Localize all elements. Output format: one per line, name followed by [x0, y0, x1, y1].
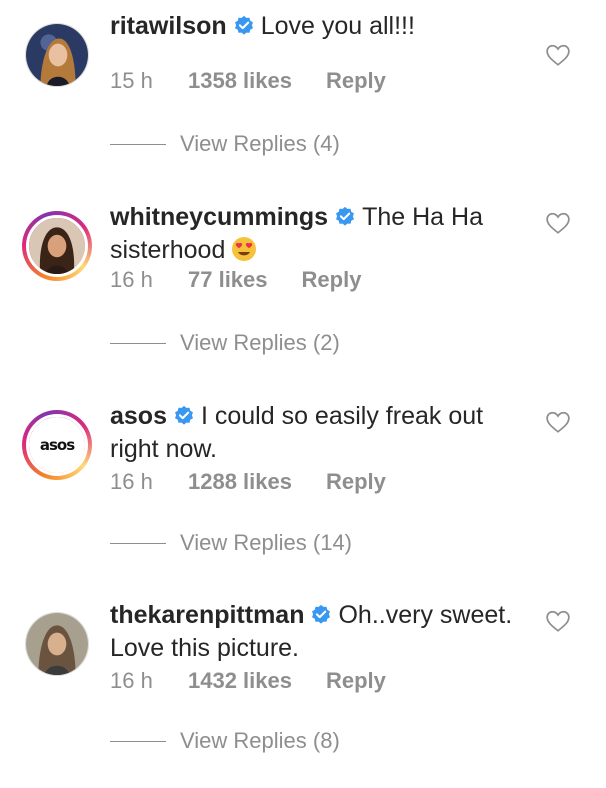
divider-line: [110, 542, 166, 544]
avatar[interactable]: [22, 20, 92, 90]
avatar[interactable]: asos: [22, 410, 92, 480]
username[interactable]: ritawilson: [110, 12, 227, 40]
comment-text: Love you all!!!: [260, 12, 415, 40]
comment-meta: 16 h 1432 likes Reply: [110, 668, 386, 694]
view-replies-button[interactable]: View Replies (2): [110, 330, 340, 356]
reply-button[interactable]: Reply: [326, 469, 386, 495]
likes-count[interactable]: 1358 likes: [188, 68, 292, 94]
heart-outline-icon[interactable]: [545, 43, 571, 67]
likes-count[interactable]: 1288 likes: [188, 469, 292, 495]
comment-body: asos I could so easily freak out right no…: [110, 400, 530, 466]
username[interactable]: thekarenpittman: [110, 601, 304, 629]
comment-meta: 15 h 1358 likes Reply: [110, 68, 386, 94]
likes-count[interactable]: 77 likes: [188, 267, 268, 293]
username[interactable]: asos: [110, 402, 167, 430]
avatar[interactable]: [22, 609, 92, 679]
reply-button[interactable]: Reply: [326, 68, 386, 94]
view-replies-label: View Replies (14): [180, 530, 353, 555]
view-replies-button[interactable]: View Replies (4): [110, 131, 340, 157]
comment-body: whitneycummings The Ha Ha sisterhood: [110, 201, 530, 267]
view-replies-button[interactable]: View Replies (8): [110, 728, 340, 754]
view-replies-label: View Replies (8): [180, 728, 340, 753]
comment-item: whitneycummings The Ha Ha sisterhood 16 h…: [0, 191, 606, 390]
reply-button[interactable]: Reply: [302, 267, 362, 293]
profile-photo-icon: [26, 24, 88, 86]
asos-logo: asos: [29, 417, 85, 473]
verified-badge-icon: [175, 405, 193, 425]
view-replies-label: View Replies (2): [180, 330, 340, 355]
profile-photo-icon: [29, 218, 85, 274]
username[interactable]: whitneycummings: [110, 203, 328, 231]
comment-body: ritawilson Love you all!!!: [110, 10, 530, 43]
divider-line: [110, 143, 166, 145]
heart-eyes-emoji-icon: [232, 237, 257, 261]
timestamp: 16 h: [110, 469, 153, 494]
timestamp: 16 h: [110, 668, 153, 693]
view-replies-button[interactable]: View Replies (14): [110, 530, 352, 556]
heart-outline-icon[interactable]: [545, 211, 571, 235]
timestamp: 16 h: [110, 267, 153, 292]
heart-outline-icon[interactable]: [545, 410, 571, 434]
reply-button[interactable]: Reply: [326, 668, 386, 694]
profile-photo-icon: [26, 613, 88, 675]
comment-item: ritawilson Love you all!!! 15 h 1358 like…: [0, 0, 606, 199]
comment-item: asos asos I could so easily freak out rig…: [0, 390, 606, 589]
comment-meta: 16 h 1288 likes Reply: [110, 469, 386, 495]
verified-badge-icon: [234, 15, 253, 35]
view-replies-label: View Replies (4): [180, 131, 340, 156]
heart-outline-icon[interactable]: [545, 609, 571, 633]
comment-meta: 16 h 77 likes Reply: [110, 267, 361, 293]
verified-badge-icon: [312, 604, 331, 624]
avatar[interactable]: [22, 211, 92, 281]
verified-badge-icon: [336, 206, 355, 226]
comment-item: thekarenpittman Oh..very sweet. Love this…: [0, 589, 606, 788]
likes-count[interactable]: 1432 likes: [188, 668, 292, 694]
timestamp: 15 h: [110, 68, 153, 93]
divider-line: [110, 342, 166, 344]
comment-body: thekarenpittman Oh..very sweet. Love this…: [110, 599, 530, 665]
divider-line: [110, 740, 166, 742]
